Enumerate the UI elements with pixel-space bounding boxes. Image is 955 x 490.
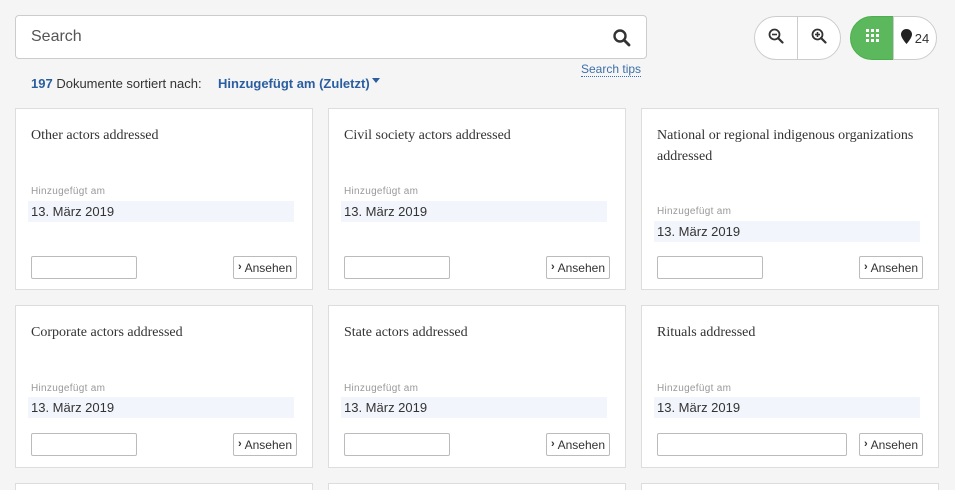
view-label: Ansehen bbox=[244, 260, 292, 275]
result-card: Other actors addressed Hinzugefügt am 13… bbox=[15, 108, 313, 290]
card-input[interactable] bbox=[344, 256, 450, 279]
view-button[interactable]: › Ansehen bbox=[232, 433, 297, 456]
date-label: Hinzugefügt am bbox=[657, 383, 732, 394]
date-value: 13. März 2019 bbox=[28, 201, 294, 222]
result-card bbox=[15, 483, 313, 490]
view-label: Ansehen bbox=[870, 260, 918, 275]
search-box bbox=[15, 15, 647, 59]
date-value: 13. März 2019 bbox=[654, 221, 920, 242]
result-count: 197 bbox=[31, 76, 53, 91]
chevron-right-icon: › bbox=[237, 261, 242, 273]
result-card: Civil society actors addressed Hinzugefü… bbox=[328, 108, 626, 290]
view-button[interactable]: › Ansehen bbox=[858, 256, 923, 279]
view-button[interactable]: › Ansehen bbox=[232, 256, 297, 279]
card-title: Corporate actors addressed bbox=[31, 325, 183, 340]
result-card: Rituals addressed Hinzugefügt am 13. Mär… bbox=[641, 305, 939, 468]
caret-down-icon bbox=[371, 78, 380, 83]
search-input[interactable] bbox=[16, 16, 596, 58]
zoom-in-button[interactable] bbox=[797, 16, 841, 60]
result-card: State actors addressed Hinzugefügt am 13… bbox=[328, 305, 626, 468]
view-button[interactable]: › Ansehen bbox=[545, 256, 610, 279]
chevron-right-icon: › bbox=[550, 438, 555, 450]
card-title: State actors addressed bbox=[344, 325, 468, 340]
result-card: National or regional indigenous organiza… bbox=[641, 108, 939, 290]
card-input[interactable] bbox=[31, 433, 137, 456]
map-view-button[interactable]: 24 bbox=[893, 16, 937, 60]
card-input[interactable] bbox=[657, 433, 847, 456]
result-summary: 197 Dokumente sortiert nach: bbox=[31, 76, 202, 91]
chevron-right-icon: › bbox=[237, 438, 242, 450]
view-label: Ansehen bbox=[557, 260, 605, 275]
zoom-in-icon bbox=[811, 28, 827, 49]
result-card: Corporate actors addressed Hinzugefügt a… bbox=[15, 305, 313, 468]
date-value: 13. März 2019 bbox=[341, 397, 607, 418]
card-input[interactable] bbox=[31, 256, 137, 279]
search-tips-link[interactable]: Search tips bbox=[581, 62, 642, 77]
card-input[interactable] bbox=[344, 433, 450, 456]
date-label: Hinzugefügt am bbox=[31, 186, 106, 197]
chevron-right-icon: › bbox=[550, 261, 555, 273]
chevron-right-icon: › bbox=[863, 261, 868, 273]
result-card bbox=[641, 483, 939, 490]
view-label: Ansehen bbox=[870, 437, 918, 452]
date-value: 13. März 2019 bbox=[28, 397, 294, 418]
date-value: 13. März 2019 bbox=[341, 201, 607, 222]
view-button[interactable]: › Ansehen bbox=[545, 433, 610, 456]
date-label: Hinzugefügt am bbox=[657, 206, 732, 217]
grid-view-button[interactable] bbox=[850, 16, 894, 60]
sort-text: Dokumente sortiert nach: bbox=[56, 76, 202, 91]
sort-dropdown[interactable]: Hinzugefügt am (Zuletzt) bbox=[218, 76, 380, 91]
date-label: Hinzugefügt am bbox=[344, 186, 419, 197]
card-input[interactable] bbox=[657, 256, 763, 279]
view-label: Ansehen bbox=[557, 437, 605, 452]
sort-label: Hinzugefügt am (Zuletzt) bbox=[218, 76, 370, 91]
card-title: National or regional indigenous organiza… bbox=[657, 128, 914, 164]
chevron-right-icon: › bbox=[863, 438, 868, 450]
map-count: 24 bbox=[914, 30, 930, 46]
date-label: Hinzugefügt am bbox=[31, 383, 106, 394]
map-marker-icon bbox=[900, 29, 912, 47]
search-icon[interactable] bbox=[612, 28, 632, 48]
card-title: Rituals addressed bbox=[657, 325, 756, 340]
date-value: 13. März 2019 bbox=[654, 397, 920, 418]
view-button[interactable]: › Ansehen bbox=[858, 433, 923, 456]
zoom-out-icon bbox=[768, 28, 784, 49]
card-title: Civil society actors addressed bbox=[344, 128, 511, 143]
card-title: Other actors addressed bbox=[31, 128, 159, 143]
view-label: Ansehen bbox=[244, 437, 292, 452]
date-label: Hinzugefügt am bbox=[344, 383, 419, 394]
grid-icon bbox=[865, 29, 879, 47]
zoom-out-button[interactable] bbox=[754, 16, 798, 60]
result-card bbox=[328, 483, 626, 490]
